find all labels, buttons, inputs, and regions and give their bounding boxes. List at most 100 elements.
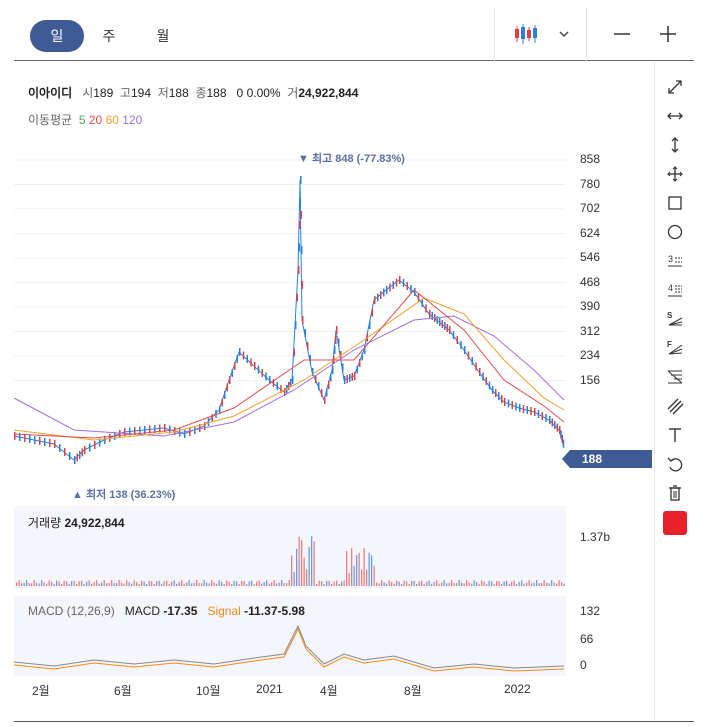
volume-bar — [413, 580, 415, 586]
volume-bar — [323, 583, 325, 586]
candle — [296, 293, 298, 302]
volume-bar — [31, 583, 33, 586]
volume-bar — [481, 580, 483, 586]
volume-bar — [231, 583, 233, 586]
volume-bar — [488, 580, 490, 586]
volume-bar — [251, 580, 253, 586]
volume-bar — [278, 582, 280, 586]
circle-icon[interactable] — [662, 219, 688, 245]
volume-bar — [211, 580, 213, 586]
price-axis-label: 390 — [580, 299, 601, 313]
ma-60: 60 — [105, 113, 119, 127]
candle — [226, 383, 228, 392]
volume-bar — [216, 583, 218, 586]
candle — [386, 286, 388, 294]
volume-bar — [263, 582, 265, 586]
candle — [49, 439, 51, 447]
candle — [239, 348, 241, 356]
volume-bar — [326, 580, 328, 586]
candle — [246, 355, 248, 363]
volume-bar — [56, 580, 58, 586]
candle — [288, 382, 290, 390]
trash-icon[interactable] — [662, 480, 688, 506]
volume-bar — [501, 583, 503, 586]
low-marker: ▲ 최저 138 (36.23%) — [72, 489, 176, 501]
drawing-color-swatch[interactable] — [663, 511, 687, 535]
chart-area[interactable]: 이아이디 시189 고194 저188 종188 0 0.00% 거24,922… — [14, 62, 652, 722]
parallel-lines-icon[interactable] — [662, 393, 688, 419]
volume-bar — [163, 581, 165, 586]
text-icon[interactable] — [662, 422, 688, 448]
volume-value: 24,922,844 — [298, 86, 359, 100]
time-label-feb: 2월 — [32, 684, 50, 698]
volume-bar — [273, 580, 275, 586]
volume-bar — [156, 581, 158, 586]
candlestick-chart-type-icon[interactable] — [508, 18, 544, 50]
candle — [295, 321, 297, 329]
candle — [342, 363, 344, 372]
candle — [374, 296, 376, 304]
gann-icon[interactable] — [662, 364, 688, 390]
vertical-resize-icon[interactable] — [662, 132, 688, 158]
volume-bar — [268, 583, 270, 586]
price-axis-label: 702 — [580, 201, 601, 215]
zoom-out-icon[interactable] — [604, 18, 640, 50]
horizontal-resize-icon[interactable] — [662, 103, 688, 129]
tab-day[interactable]: 일 — [30, 20, 84, 52]
candle — [371, 308, 373, 317]
expand-icon[interactable] — [662, 74, 688, 100]
volume-axis-label: 1.37b — [580, 530, 611, 544]
candle — [425, 304, 427, 313]
volume-bar — [436, 580, 438, 586]
undo-icon[interactable] — [662, 451, 688, 477]
zoom-in-icon[interactable] — [650, 18, 686, 50]
volume-bar — [61, 583, 63, 586]
volume-bar — [558, 580, 560, 586]
volume-bar — [218, 580, 220, 586]
candle — [511, 401, 513, 409]
volume-bar — [86, 581, 88, 586]
volume-bar — [108, 582, 110, 586]
volume-bar — [206, 582, 208, 586]
volume-bar — [306, 569, 308, 586]
volume-bar — [158, 580, 160, 586]
volume-bar — [71, 581, 73, 586]
volume-bar — [311, 536, 313, 586]
move-icon[interactable] — [662, 161, 688, 187]
volume-bar — [281, 580, 283, 586]
volume-bar — [111, 580, 113, 586]
volume-bar — [471, 583, 473, 586]
f-fan-icon[interactable]: F — [662, 335, 688, 361]
candle — [534, 408, 536, 416]
volume-bar — [353, 565, 355, 586]
volume-bar — [308, 547, 310, 586]
ma-120: 120 — [122, 113, 143, 127]
rectangle-icon[interactable] — [662, 190, 688, 216]
volume-bar — [433, 582, 435, 586]
s-fan-icon[interactable]: S — [662, 306, 688, 332]
volume-bar — [551, 580, 553, 586]
candle — [326, 388, 328, 397]
fib-3-icon[interactable]: 3 — [662, 248, 688, 274]
fib-4-icon[interactable]: 4 — [662, 277, 688, 303]
volume-bar — [528, 580, 530, 586]
volume-bar — [406, 581, 408, 586]
candle — [429, 310, 431, 318]
volume-bar — [51, 581, 53, 586]
price-axis-label: 468 — [580, 274, 601, 289]
volume-bar — [188, 580, 190, 586]
volume-bar — [503, 581, 505, 586]
tab-month[interactable]: 월 — [148, 20, 178, 52]
stock-info-line: 이아이디 시189 고194 저188 종188 0 0.00% 거24,922… — [28, 84, 358, 101]
volume-bar — [103, 580, 105, 586]
ma-label: 이동평균 — [28, 113, 73, 127]
tab-week[interactable]: 주 — [94, 20, 124, 52]
price-chart[interactable] — [14, 140, 566, 502]
volume-bar — [73, 580, 75, 586]
volume-bar — [316, 583, 318, 586]
volume-bar — [286, 583, 288, 586]
candle — [234, 362, 236, 370]
volume-bar — [396, 580, 398, 586]
volume-bar — [401, 583, 403, 586]
chevron-down-icon[interactable] — [550, 18, 578, 50]
